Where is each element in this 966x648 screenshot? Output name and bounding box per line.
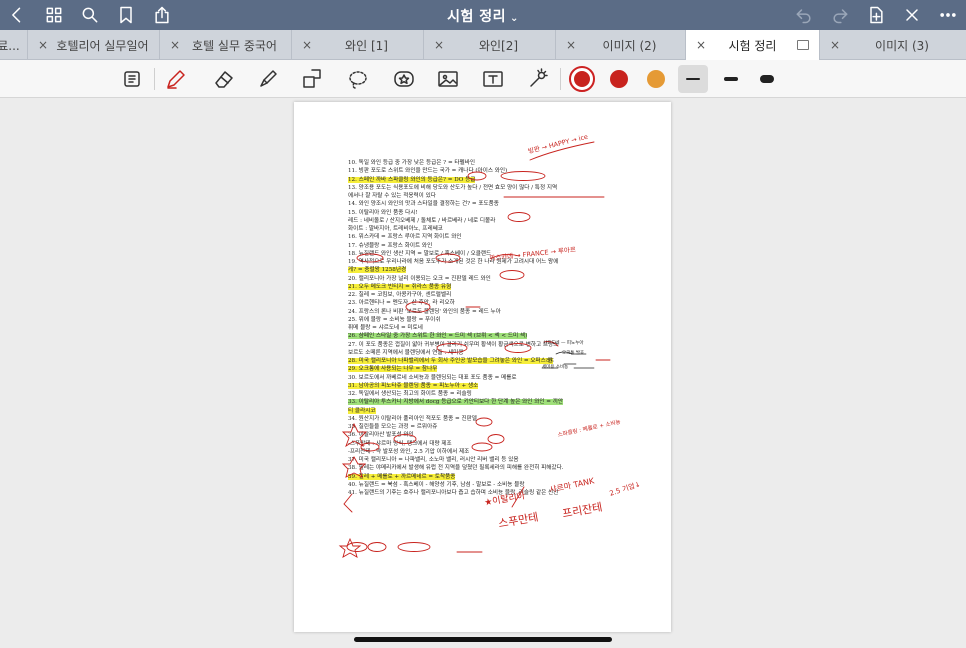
tab-label: 호텔리어 실무일어 bbox=[56, 38, 149, 53]
handwritten-note: 스푸만테 bbox=[497, 510, 540, 531]
tool-bar bbox=[0, 60, 966, 98]
tab-0[interactable]: 료... bbox=[0, 30, 28, 60]
text-line: 에서나 잘 자랄 수 있는 적응력이 있다 bbox=[348, 193, 436, 199]
chevron-down-icon: ⌄ bbox=[510, 13, 519, 24]
home-indicator[interactable] bbox=[354, 637, 612, 642]
divider bbox=[154, 68, 155, 90]
tab-label: 와인 [1] bbox=[345, 38, 388, 53]
text-line: 12. 스페인 까바 스파클링 와인의 등급은? = DO 등급 bbox=[348, 176, 624, 184]
stroke-width-thin[interactable] bbox=[678, 65, 708, 93]
text-line: 15. 이탈리아 와인 품종 다시! bbox=[348, 209, 418, 216]
text-box-icon[interactable] bbox=[479, 65, 507, 93]
color-swatch-red-selected[interactable] bbox=[569, 66, 595, 92]
highlighter-icon[interactable] bbox=[254, 65, 282, 93]
pen-icon[interactable] bbox=[162, 65, 190, 93]
text-line: 18. 뉴질랜드 와인 생산 지역 = 말보로 / 혹스베이 / 오클랜드 bbox=[348, 250, 492, 257]
color-swatch-orange[interactable] bbox=[647, 70, 665, 88]
tab-label: 호텔 실무 중국어 bbox=[192, 38, 277, 53]
handwritten-note: 빙판 → HAPPY → ice bbox=[527, 132, 589, 156]
tab-label: 와인[2] bbox=[478, 38, 519, 53]
lasso-icon[interactable] bbox=[344, 65, 372, 93]
text-line: 32. 독일에서 생산되는 최고의 화이트 품종 = 리슬링 bbox=[348, 391, 472, 397]
tab-6[interactable]: × 시험 정리 bbox=[686, 30, 820, 60]
text-line: 25. 뮈에 블랑 = 소비뇽 블랑 = 푸이쉬 bbox=[348, 316, 441, 323]
stroke-width-thick[interactable] bbox=[752, 65, 782, 93]
text-line: 10. 독일 와인 등급 중 가장 낮은 등급은 ? = 타펠바인 bbox=[348, 160, 475, 166]
text-line: 11. 빙판 포도로 스위트 와인을 만드는 국가 = 캐나다 (아이스 와인) bbox=[348, 168, 508, 175]
highlighted-text: 33. 이탈리아 투스카니 지방에서 docg 등급으로 키안티보다 한 단계 … bbox=[348, 399, 564, 406]
tab-5[interactable]: × 이미지 (2) bbox=[556, 30, 686, 60]
sticker-icon[interactable] bbox=[390, 65, 418, 93]
handwritten-note: 프리잔테 bbox=[561, 500, 604, 521]
document-text: 10. 독일 와인 등급 중 가장 낮은 등급은 ? = 타펠바인 11. 빙판… bbox=[348, 159, 624, 497]
text-line: 레드 : 네비올로 / 산지오베제 / 돌체토 / 바르베라 / 네로 디볼라 bbox=[348, 217, 496, 224]
text-line: 21. 오두 메도크 빈티지 = 쥐라스 품종 유형 bbox=[348, 283, 624, 291]
text-line: 13. 양조용 포도는 식용포도에 비해 당도와 산도가 높다 / 전면 효모 … bbox=[348, 184, 558, 191]
text-line: 33. 이탈리아 투스카니 지방에서 docg 등급으로 키안티보다 한 단계 … bbox=[348, 398, 624, 406]
add-page-icon[interactable] bbox=[864, 3, 888, 27]
redo-icon[interactable] bbox=[828, 3, 852, 27]
tab-2[interactable]: × 호텔 실무 중국어 bbox=[160, 30, 292, 60]
text-line: 19. 역사적으로 우리나라에 처음 포도주가 소개된 것은 한 나라 원제가 … bbox=[348, 259, 559, 265]
highlighted-text: 28. 미국 캘리포니아 나파밸리에서 두 회사 주인공 발모습을 그려놓은 와… bbox=[348, 358, 553, 364]
document-title[interactable]: 시험 정리 ⌄ bbox=[0, 6, 966, 26]
highlighted-text: 게? = 충렬왕 1258년경 bbox=[348, 267, 407, 274]
text-line: 37. 미국 캘리포니아 = 나파밸리, 소노마 밸리, 러시안 리버 밸리 등… bbox=[348, 457, 519, 463]
highlighted-text: 39. 칠레 + 메를로 + 까르메네르 = 토착품종 bbox=[348, 473, 456, 480]
text-line: 퓌메 블랑 = 샤르도네 = 미토네 bbox=[348, 325, 423, 331]
text-line: 화이트 : 말바지아, 트레비아노, 프레쎄코 bbox=[348, 226, 443, 232]
handwritten-note: 세미용 소비뇽 bbox=[542, 365, 569, 370]
text-line: 34. 원산지가 이탈리아 풀리아인 적포도 품종 = 진판델 bbox=[348, 415, 477, 422]
tab-label: 료... bbox=[0, 38, 20, 53]
close-icon[interactable] bbox=[900, 3, 924, 27]
image-icon[interactable] bbox=[434, 65, 462, 93]
tab-7[interactable]: × 이미지 (3) bbox=[820, 30, 966, 60]
laser-pointer-icon[interactable] bbox=[524, 65, 552, 93]
tab-label: 이미지 (2) bbox=[602, 38, 657, 53]
highlighted-text: 21. 오두 메도크 빈티지 = 쥐라스 품종 유형 bbox=[348, 283, 452, 290]
text-line: 28. 미국 캘리포니아 나파밸리에서 두 회사 주인공 발모습을 그려놓은 와… bbox=[348, 357, 624, 365]
text-line: -프리잔테 : 약 발포성 와인, 2.5 기압 이하에서 제조 bbox=[348, 448, 470, 455]
text-line: 30. 보르도에서 까베르네 소비뇽과 블렌딩되는 대표 포도 품종 = 메를로 bbox=[348, 374, 517, 381]
text-line: 게? = 충렬왕 1258년경 bbox=[348, 266, 624, 274]
text-line: 20. 캘리포니아 가장 널리 이용되는 오크 = 진판델 레드 와인 bbox=[348, 275, 491, 282]
text-line: 16. 뮈스카데 = 프랑스 루아르 지역 화이트 와인 bbox=[348, 234, 462, 241]
handwritten-note: 오크통 발효 bbox=[562, 351, 585, 356]
more-icon[interactable] bbox=[936, 3, 960, 27]
text-line: 17. 슈냉블랑 = 프랑스 화이트 와인 bbox=[348, 242, 433, 249]
highlighted-text: 12. 스페인 까바 스파클링 와인의 등급은? = DO 등급 bbox=[348, 176, 476, 183]
document-title-text: 시험 정리 bbox=[447, 9, 506, 25]
text-line: 31. 남아공의 피노타쥬 블렌딩 품종 = 피노누아 + 생소 bbox=[348, 382, 624, 390]
text-line: 23. 아르헨티나 = 멘도자, 산 후안, 라 리오하 bbox=[348, 300, 455, 307]
text-line: 24. 프랑스의 론나 비판 '보르도 블렌딩' 와인의 품종 = 레드 누아 bbox=[348, 308, 501, 315]
eraser-icon[interactable] bbox=[210, 65, 238, 93]
highlighted-text: 티 클라시코 bbox=[348, 407, 376, 414]
color-swatch-red[interactable] bbox=[610, 70, 628, 88]
stroke-width-medium[interactable] bbox=[716, 65, 746, 93]
highlighted-text: 26. 샴페인 스타일 중 가장 스위트 한 와인 = 드미 섹 (브뤼 < 섹… bbox=[348, 333, 528, 340]
text-line: 38. 필레는 야메리카에서 발생해 유럽 전 지역을 덮쳤던 필록세라의 피해… bbox=[348, 465, 564, 472]
text-line: 14. 와인 양조시 와인의 맛과 스타일을 결정하는 건? = 포도품종 bbox=[348, 201, 499, 208]
tab-3[interactable]: × 와인 [1] bbox=[292, 30, 424, 60]
undo-icon[interactable] bbox=[792, 3, 816, 27]
read-mode-icon[interactable] bbox=[118, 65, 146, 93]
shapes-icon[interactable] bbox=[298, 65, 326, 93]
text-line: 티 클라시코 bbox=[348, 407, 624, 415]
title-bar: 시험 정리 ⌄ bbox=[0, 0, 966, 30]
highlighted-text: 31. 남아공의 피노타쥬 블렌딩 품종 = 피노누아 + 생소 bbox=[348, 382, 479, 389]
split-view-icon[interactable] bbox=[797, 40, 809, 50]
text-line: 29. 오크통에 사용되는 나무 = 참나무 bbox=[348, 365, 624, 373]
handwritten-note: 샤르도네 — 피노누아 bbox=[543, 341, 584, 346]
highlighted-text: 29. 오크통에 사용되는 나무 = 참나무 bbox=[348, 366, 438, 373]
document-page[interactable]: 10. 독일 와인 등급 중 가장 낮은 등급은 ? = 타펠바인 11. 빙판… bbox=[294, 102, 671, 632]
text-line: -스푸만테 : 샤르마 방식, 탱크에서 대량 제조 bbox=[348, 440, 452, 447]
tab-4[interactable]: × 와인[2] bbox=[424, 30, 556, 60]
tab-label: 이미지 (3) bbox=[875, 38, 929, 53]
text-line: 22. 칠레 = 코킴보, 아콩카구아, 센트럴벨리 bbox=[348, 292, 452, 298]
tab-bar: 료... × 호텔리어 실무일어 × 호텔 실무 중국어 × 와인 [1] × … bbox=[0, 30, 966, 60]
tab-1[interactable]: × 호텔리어 실무일어 bbox=[28, 30, 160, 60]
divider bbox=[560, 68, 561, 90]
